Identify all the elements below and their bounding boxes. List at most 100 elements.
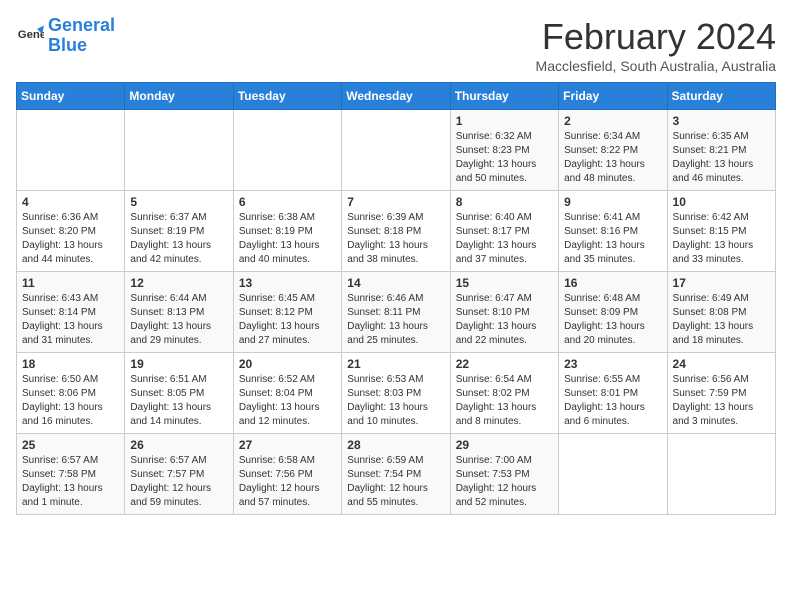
day-number: 13	[239, 276, 336, 290]
day-info: Sunrise: 6:37 AM Sunset: 8:19 PM Dayligh…	[130, 211, 227, 267]
calendar-week-row: 1 Sunrise: 6:32 AM Sunset: 8:23 PM Daylig…	[17, 110, 776, 191]
day-info: Sunrise: 7:00 AM Sunset: 7:53 PM Dayligh…	[456, 454, 553, 510]
day-number: 9	[564, 195, 661, 209]
calendar-cell: 24 Sunrise: 6:56 AM Sunset: 7:59 PM Dayli…	[667, 353, 775, 434]
day-info: Sunrise: 6:45 AM Sunset: 8:12 PM Dayligh…	[239, 292, 336, 348]
calendar-week-row: 18 Sunrise: 6:50 AM Sunset: 8:06 PM Dayli…	[17, 353, 776, 434]
day-info: Sunrise: 6:40 AM Sunset: 8:17 PM Dayligh…	[456, 211, 553, 267]
day-number: 26	[130, 438, 227, 452]
calendar-cell: 16Sunrise: 6:48 AM Sunset: 8:09 PM Dayli…	[559, 272, 667, 353]
day-info: Sunrise: 6:50 AM Sunset: 8:06 PM Dayligh…	[22, 373, 119, 429]
day-number: 4	[22, 195, 119, 209]
calendar-cell: 2 Sunrise: 6:34 AM Sunset: 8:22 PM Daylig…	[559, 110, 667, 191]
day-info: Sunrise: 6:46 AM Sunset: 8:11 PM Dayligh…	[347, 292, 444, 348]
day-number: 14	[347, 276, 444, 290]
col-header-monday: Monday	[125, 83, 233, 110]
calendar-week-row: 4 Sunrise: 6:36 AM Sunset: 8:20 PM Daylig…	[17, 191, 776, 272]
logo: General GeneralBlue	[16, 16, 115, 56]
calendar-cell: 5Sunrise: 6:37 AM Sunset: 8:19 PM Daylig…	[125, 191, 233, 272]
day-info: Sunrise: 6:44 AM Sunset: 8:13 PM Dayligh…	[130, 292, 227, 348]
day-info: Sunrise: 6:51 AM Sunset: 8:05 PM Dayligh…	[130, 373, 227, 429]
calendar-cell: 28Sunrise: 6:59 AM Sunset: 7:54 PM Dayli…	[342, 434, 450, 515]
day-number: 25	[22, 438, 119, 452]
day-number: 20	[239, 357, 336, 371]
calendar-cell: 15Sunrise: 6:47 AM Sunset: 8:10 PM Dayli…	[450, 272, 558, 353]
logo-text: GeneralBlue	[48, 16, 115, 56]
day-number: 19	[130, 357, 227, 371]
calendar-cell: 11 Sunrise: 6:43 AM Sunset: 8:14 PM Dayli…	[17, 272, 125, 353]
day-number: 22	[456, 357, 553, 371]
title-block: February 2024 Macclesfield, South Austra…	[536, 16, 776, 74]
calendar-cell: 21 Sunrise: 6:53 AM Sunset: 8:03 PM Dayli…	[342, 353, 450, 434]
calendar-cell: 10Sunrise: 6:42 AM Sunset: 8:15 PM Dayli…	[667, 191, 775, 272]
calendar-cell: 6 Sunrise: 6:38 AM Sunset: 8:19 PM Daylig…	[233, 191, 341, 272]
day-number: 21	[347, 357, 444, 371]
day-info: Sunrise: 6:52 AM Sunset: 8:04 PM Dayligh…	[239, 373, 336, 429]
col-header-sunday: Sunday	[17, 83, 125, 110]
day-number: 6	[239, 195, 336, 209]
logo-icon: General	[16, 22, 44, 50]
calendar-cell: 23Sunrise: 6:55 AM Sunset: 8:01 PM Dayli…	[559, 353, 667, 434]
day-info: Sunrise: 6:38 AM Sunset: 8:19 PM Dayligh…	[239, 211, 336, 267]
day-number: 1	[456, 114, 553, 128]
page-header: General GeneralBlue February 2024 Maccle…	[16, 16, 776, 74]
col-header-saturday: Saturday	[667, 83, 775, 110]
col-header-thursday: Thursday	[450, 83, 558, 110]
calendar-cell: 3 Sunrise: 6:35 AM Sunset: 8:21 PM Daylig…	[667, 110, 775, 191]
day-number: 12	[130, 276, 227, 290]
day-number: 10	[673, 195, 770, 209]
day-number: 24	[673, 357, 770, 371]
day-number: 29	[456, 438, 553, 452]
day-number: 23	[564, 357, 661, 371]
day-info: Sunrise: 6:35 AM Sunset: 8:21 PM Dayligh…	[673, 130, 770, 186]
day-info: Sunrise: 6:48 AM Sunset: 8:09 PM Dayligh…	[564, 292, 661, 348]
day-info: Sunrise: 6:41 AM Sunset: 8:16 PM Dayligh…	[564, 211, 661, 267]
calendar-cell	[559, 434, 667, 515]
day-number: 3	[673, 114, 770, 128]
day-info: Sunrise: 6:32 AM Sunset: 8:23 PM Dayligh…	[456, 130, 553, 186]
calendar-cell: 22 Sunrise: 6:54 AM Sunset: 8:02 PM Dayli…	[450, 353, 558, 434]
calendar-cell: 27 Sunrise: 6:58 AM Sunset: 7:56 PM Dayli…	[233, 434, 341, 515]
day-number: 8	[456, 195, 553, 209]
day-number: 11	[22, 276, 119, 290]
location-subtitle: Macclesfield, South Australia, Australia	[536, 58, 776, 74]
day-info: Sunrise: 6:53 AM Sunset: 8:03 PM Dayligh…	[347, 373, 444, 429]
month-year-title: February 2024	[536, 16, 776, 58]
calendar-cell	[17, 110, 125, 191]
day-number: 7	[347, 195, 444, 209]
day-info: Sunrise: 6:43 AM Sunset: 8:14 PM Dayligh…	[22, 292, 119, 348]
day-number: 18	[22, 357, 119, 371]
col-header-wednesday: Wednesday	[342, 83, 450, 110]
day-info: Sunrise: 6:49 AM Sunset: 8:08 PM Dayligh…	[673, 292, 770, 348]
calendar-cell: 7 Sunrise: 6:39 AM Sunset: 8:18 PM Daylig…	[342, 191, 450, 272]
calendar-cell	[667, 434, 775, 515]
calendar-cell	[125, 110, 233, 191]
calendar-cell: 8 Sunrise: 6:40 AM Sunset: 8:17 PM Daylig…	[450, 191, 558, 272]
day-number: 28	[347, 438, 444, 452]
day-info: Sunrise: 6:54 AM Sunset: 8:02 PM Dayligh…	[456, 373, 553, 429]
calendar-cell: 14 Sunrise: 6:46 AM Sunset: 8:11 PM Dayli…	[342, 272, 450, 353]
calendar-table: SundayMondayTuesdayWednesdayThursdayFrid…	[16, 82, 776, 515]
calendar-cell: 25Sunrise: 6:57 AM Sunset: 7:58 PM Dayli…	[17, 434, 125, 515]
calendar-cell	[233, 110, 341, 191]
day-info: Sunrise: 6:47 AM Sunset: 8:10 PM Dayligh…	[456, 292, 553, 348]
calendar-cell: 4 Sunrise: 6:36 AM Sunset: 8:20 PM Daylig…	[17, 191, 125, 272]
day-info: Sunrise: 6:56 AM Sunset: 7:59 PM Dayligh…	[673, 373, 770, 429]
calendar-cell: 12 Sunrise: 6:44 AM Sunset: 8:13 PM Dayli…	[125, 272, 233, 353]
calendar-cell: 9 Sunrise: 6:41 AM Sunset: 8:16 PM Daylig…	[559, 191, 667, 272]
calendar-cell: 19 Sunrise: 6:51 AM Sunset: 8:05 PM Dayli…	[125, 353, 233, 434]
day-number: 27	[239, 438, 336, 452]
calendar-cell	[342, 110, 450, 191]
calendar-cell: 26 Sunrise: 6:57 AM Sunset: 7:57 PM Dayli…	[125, 434, 233, 515]
day-info: Sunrise: 6:57 AM Sunset: 7:57 PM Dayligh…	[130, 454, 227, 510]
day-info: Sunrise: 6:58 AM Sunset: 7:56 PM Dayligh…	[239, 454, 336, 510]
calendar-cell: 29 Sunrise: 7:00 AM Sunset: 7:53 PM Dayli…	[450, 434, 558, 515]
day-number: 2	[564, 114, 661, 128]
day-info: Sunrise: 6:36 AM Sunset: 8:20 PM Dayligh…	[22, 211, 119, 267]
calendar-cell: 13 Sunrise: 6:45 AM Sunset: 8:12 PM Dayli…	[233, 272, 341, 353]
calendar-cell: 18 Sunrise: 6:50 AM Sunset: 8:06 PM Dayli…	[17, 353, 125, 434]
day-info: Sunrise: 6:39 AM Sunset: 8:18 PM Dayligh…	[347, 211, 444, 267]
calendar-week-row: 11 Sunrise: 6:43 AM Sunset: 8:14 PM Dayli…	[17, 272, 776, 353]
day-info: Sunrise: 6:34 AM Sunset: 8:22 PM Dayligh…	[564, 130, 661, 186]
calendar-week-row: 25Sunrise: 6:57 AM Sunset: 7:58 PM Dayli…	[17, 434, 776, 515]
